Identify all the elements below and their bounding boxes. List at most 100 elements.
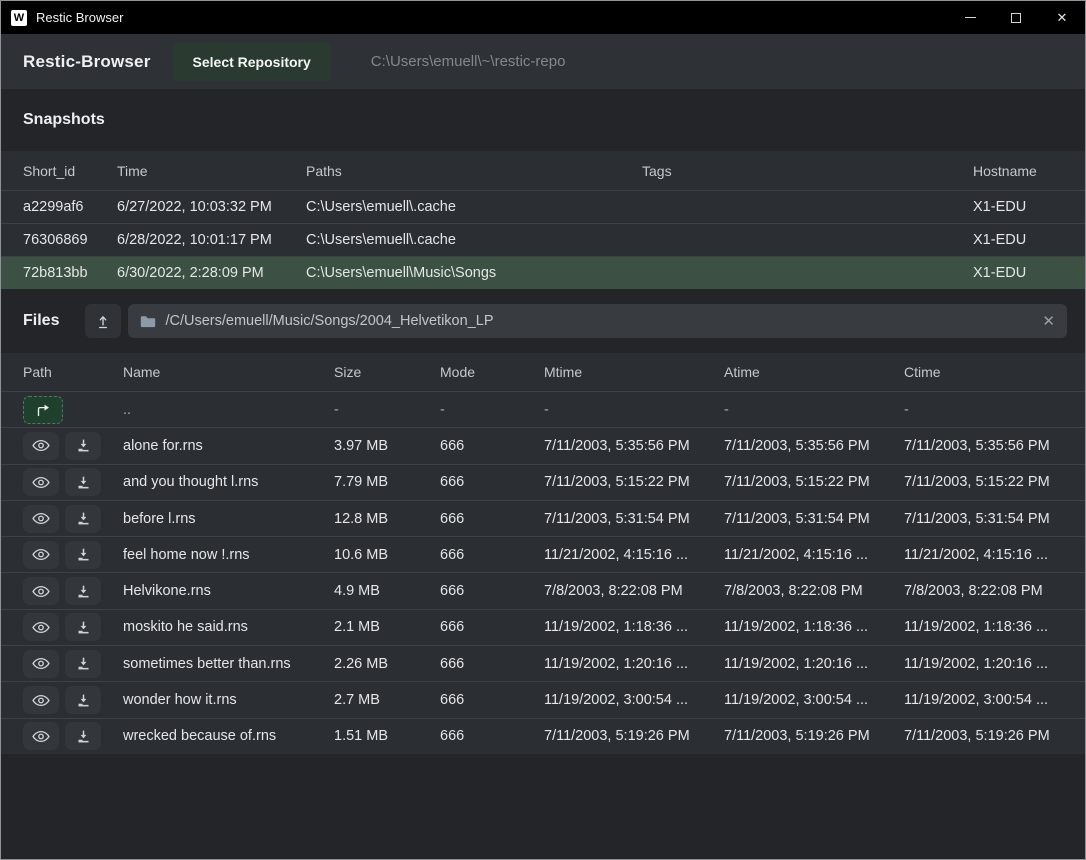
current-path-input[interactable]: /C/Users/emuell/Music/Songs/2004_Helveti… [128,304,1067,338]
file-size: 1.51 MB [334,728,440,744]
download-file-button[interactable] [65,541,101,569]
download-file-button[interactable] [65,722,101,750]
app-header: Restic-Browser Select Repository C:\User… [1,34,1085,89]
file-atime: 7/11/2003, 5:19:26 PM [724,728,904,744]
window-controls: ✕ [947,1,1085,34]
close-icon: ✕ [1057,11,1068,24]
column-hostname: Hostname [973,163,1085,179]
download-icon [76,620,91,635]
eye-icon [32,730,50,743]
app-logo-icon: W [11,10,27,26]
files-section-header: Files /C/Users/emuell/Music/Songs/2004_H… [1,289,1085,353]
file-ctime: 7/11/2003, 5:15:22 PM [904,474,1085,490]
minimize-icon [965,17,976,18]
clear-path-button[interactable]: ✕ [1042,314,1055,329]
preview-file-button[interactable] [23,468,59,496]
file-name: before l.rns [123,511,334,527]
file-mode: 666 [440,511,544,527]
snapshot-hostname: X1-EDU [973,265,1085,281]
snapshot-time: 6/30/2022, 2:28:09 PM [117,265,306,281]
file-size: 2.7 MB [334,692,440,708]
download-file-button[interactable] [65,650,101,678]
file-atime: 11/19/2002, 3:00:54 ... [724,692,904,708]
column-name: Name [123,364,334,380]
column-atime: Atime [724,364,904,380]
snapshot-row[interactable]: a2299af6 6/27/2022, 10:03:32 PM C:\Users… [1,190,1085,223]
file-mode: 666 [440,692,544,708]
download-file-button[interactable] [65,468,101,496]
file-row-actions [23,432,123,460]
file-mtime: 11/19/2002, 1:20:16 ... [544,656,724,672]
download-icon [76,438,91,453]
file-mtime: 7/11/2003, 5:19:26 PM [544,728,724,744]
close-button[interactable]: ✕ [1039,1,1085,34]
file-mtime: 7/11/2003, 5:15:22 PM [544,474,724,490]
app-title: Restic-Browser [23,52,151,72]
file-row: wrecked because of.rns 1.51 MB 666 7/11/… [1,718,1085,754]
file-atime: 11/19/2002, 1:20:16 ... [724,656,904,672]
download-file-button[interactable] [65,505,101,533]
download-file-button[interactable] [65,432,101,460]
minimize-button[interactable] [947,1,993,34]
column-mode: Mode [440,364,544,380]
open-root-path-button[interactable] [85,304,121,338]
snapshots-section-header: Snapshots [1,89,1085,151]
file-ctime: 11/19/2002, 1:20:16 ... [904,656,1085,672]
snapshot-short-id: 72b813bb [23,265,117,281]
download-file-button[interactable] [65,686,101,714]
download-file-button[interactable] [65,613,101,641]
download-icon [76,511,91,526]
file-size: 2.1 MB [334,619,440,635]
go-to-parent-directory-button[interactable] [23,396,63,424]
file-row-actions [23,722,123,750]
snapshot-short-id: a2299af6 [23,199,117,215]
column-tags: Tags [642,163,973,179]
files-table-header: Path Name Size Mode Mtime Atime Ctime [1,353,1085,391]
file-mode: 666 [440,656,544,672]
preview-file-button[interactable] [23,650,59,678]
eye-icon [32,439,50,452]
file-atime: 11/21/2002, 4:15:16 ... [724,547,904,563]
file-row-actions [23,505,123,533]
preview-file-button[interactable] [23,577,59,605]
snapshot-paths: C:\Users\emuell\Music\Songs [306,265,642,281]
file-ctime: 11/19/2002, 1:18:36 ... [904,619,1085,635]
file-mode: 666 [440,583,544,599]
preview-file-button[interactable] [23,505,59,533]
file-atime: 7/11/2003, 5:31:54 PM [724,511,904,527]
repository-path: C:\Users\emuell\~\restic-repo [371,53,566,70]
snapshot-time: 6/28/2022, 10:01:17 PM [117,232,306,248]
select-repository-button[interactable]: Select Repository [173,43,331,81]
file-row: moskito he said.rns 2.1 MB 666 11/19/200… [1,609,1085,645]
window-title: Restic Browser [36,10,123,25]
file-size: 3.97 MB [334,438,440,454]
file-mtime: 11/19/2002, 1:18:36 ... [544,619,724,635]
eye-icon [32,476,50,489]
snapshots-heading: Snapshots [23,111,105,129]
file-name: feel home now !.rns [123,547,334,563]
snapshot-short-id: 76306869 [23,232,117,248]
download-icon [76,729,91,744]
file-row-actions [23,650,123,678]
snapshot-row[interactable]: 72b813bb 6/30/2022, 2:28:09 PM C:\Users\… [1,256,1085,289]
download-file-button[interactable] [65,577,101,605]
preview-file-button[interactable] [23,432,59,460]
file-size: 12.8 MB [334,511,440,527]
maximize-button[interactable] [993,1,1039,34]
snapshot-row[interactable]: 76306869 6/28/2022, 10:01:17 PM C:\Users… [1,223,1085,256]
file-row: before l.rns 12.8 MB 666 7/11/2003, 5:31… [1,500,1085,536]
file-row: feel home now !.rns 10.6 MB 666 11/21/20… [1,536,1085,572]
file-ctime: 7/11/2003, 5:19:26 PM [904,728,1085,744]
file-ctime: - [904,402,1085,418]
file-row: alone for.rns 3.97 MB 666 7/11/2003, 5:3… [1,427,1085,463]
parent-directory-row: .. - - - - - [1,391,1085,427]
empty-area [1,754,1085,859]
eye-icon [32,657,50,670]
file-name: .. [123,402,334,418]
preview-file-button[interactable] [23,541,59,569]
file-mtime: 11/19/2002, 3:00:54 ... [544,692,724,708]
preview-file-button[interactable] [23,722,59,750]
preview-file-button[interactable] [23,613,59,641]
file-size: 2.26 MB [334,656,440,672]
preview-file-button[interactable] [23,686,59,714]
